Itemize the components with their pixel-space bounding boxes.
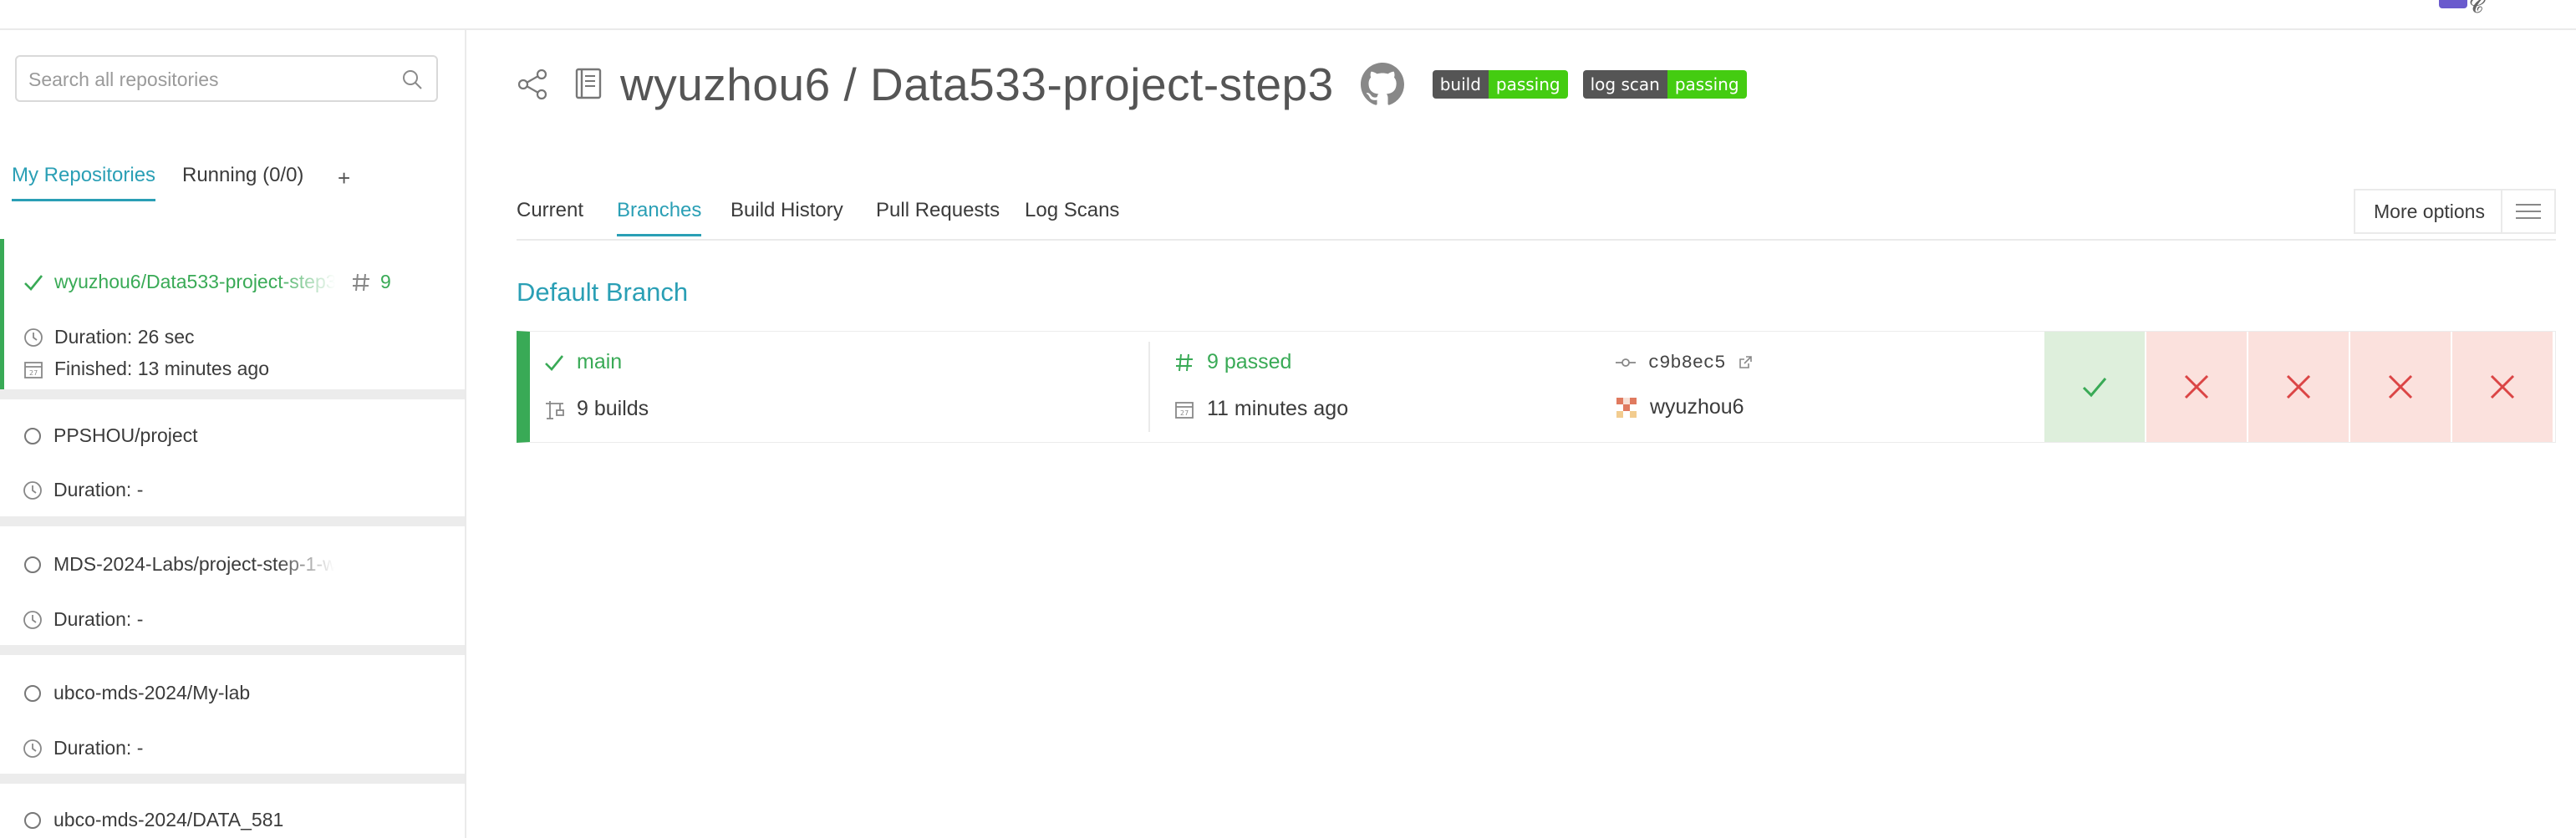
clock-icon (23, 480, 42, 500)
repo-header: wyuzhou6 / Data533-project-step3 build p… (517, 55, 1747, 114)
calendar-icon: 27 (1175, 401, 1194, 419)
tab-log-scans[interactable]: Log Scans (1025, 199, 1119, 234)
add-repository-button[interactable]: + (338, 165, 350, 203)
divider (0, 645, 465, 655)
commit-author: wyuzhou6 (1650, 395, 1744, 419)
branch-row-main[interactable]: main 9 builds 9 passed 27 11 minutes ago… (517, 331, 2556, 443)
cross-icon (2184, 374, 2209, 399)
repo-name[interactable]: wyuzhou6/Data533-project-step3 (54, 271, 335, 293)
calendar-icon: 27 (24, 361, 43, 378)
hash-icon (1176, 353, 1193, 371)
build-status-badge[interactable]: build passing (1432, 70, 1568, 99)
build-number-value: 9 (380, 271, 391, 292)
status-circle-icon (24, 556, 41, 573)
external-link-icon[interactable] (1737, 354, 1754, 371)
build-history-failed[interactable] (2350, 332, 2451, 442)
branch-name[interactable]: main (577, 350, 622, 374)
search-input[interactable] (27, 63, 389, 95)
repo-item-my-lab[interactable]: ubco-mds-2024/My-lab Duration: - (0, 655, 465, 772)
tab-current[interactable]: Current (517, 199, 583, 234)
time-ago: 11 minutes ago (1207, 397, 1349, 420)
github-icon[interactable] (1360, 63, 1404, 106)
divider (0, 516, 465, 526)
profile-glyph-icon: 𝓒 (2469, 0, 2483, 18)
divider (0, 774, 465, 784)
badge-value: passing (1667, 70, 1747, 99)
column-divider (1148, 342, 1150, 432)
repo-title: wyuzhou6 / Data533-project-step3 (620, 58, 1334, 110)
hash-icon (353, 273, 369, 291)
clock-icon (23, 610, 42, 629)
more-options-button[interactable]: More options (2354, 189, 2556, 234)
repo-finished: Finished: 13 minutes ago (54, 358, 269, 379)
repo-name[interactable]: MDS-2024-Labs/project-step-1-wyuzhou6 (53, 553, 334, 576)
repo-item-mds-labs[interactable]: MDS-2024-Labs/project-step-1-wyuzhou6 Du… (0, 526, 465, 645)
build-number[interactable]: 9 (350, 271, 391, 293)
repo-name[interactable]: PPSHOU/project (53, 424, 198, 447)
repo-duration: Duration: - (53, 737, 144, 759)
svg-text:27: 27 (1180, 409, 1189, 417)
clock-icon (23, 739, 42, 758)
tab-branches[interactable]: Branches (617, 199, 702, 236)
default-branch-heading: Default Branch (517, 277, 689, 307)
svg-text:27: 27 (29, 369, 38, 377)
tab-build-history[interactable]: Build History (731, 199, 843, 234)
share-icon[interactable] (517, 68, 550, 101)
check-icon (2082, 378, 2107, 398)
commit-sha[interactable]: c9b8ec5 (1648, 353, 1725, 373)
repo-item-data533[interactable]: wyuzhou6/Data533-project-step3 9 Duratio… (0, 239, 465, 389)
tab-pull-requests[interactable]: Pull Requests (876, 199, 1000, 234)
author-avatar (1616, 397, 1637, 418)
build-history-failed[interactable] (2146, 332, 2247, 442)
commit-icon (1616, 358, 1636, 367)
more-options-label: More options (2374, 200, 2485, 222)
repo-item-data581[interactable]: ubco-mds-2024/DATA_581 (0, 784, 465, 838)
repo-book-icon (575, 68, 602, 99)
status-circle-icon (24, 684, 41, 702)
tab-running[interactable]: Running (0/0) (182, 164, 303, 199)
check-icon (24, 274, 43, 291)
repo-name[interactable]: ubco-mds-2024/DATA_581 (53, 809, 283, 831)
hamburger-icon[interactable] (2501, 190, 2554, 232)
repo-name[interactable]: ubco-mds-2024/My-lab (53, 682, 250, 704)
main-content: wyuzhou6 / Data533-project-step3 build p… (466, 30, 2576, 838)
build-history-failed[interactable] (2452, 332, 2553, 442)
divider (0, 389, 465, 399)
tab-my-repositories[interactable]: My Repositories (12, 164, 156, 201)
status-circle-icon (24, 427, 41, 444)
search-box[interactable] (15, 55, 438, 102)
repo-tabs: Current Branches Build History Pull Requ… (517, 169, 2556, 241)
status-circle-icon (24, 811, 41, 829)
clock-icon (24, 328, 43, 347)
repo-duration: Duration: - (53, 479, 144, 500)
badge-label: log scan (1582, 70, 1667, 99)
cross-icon (2388, 374, 2413, 399)
log-scan-badge[interactable]: log scan passing (1582, 70, 1747, 99)
cross-icon (2286, 374, 2311, 399)
sidebar: My Repositories Running (0/0) + wyuzhou6… (0, 30, 466, 838)
build-history-failed[interactable] (2248, 332, 2349, 442)
build-history-passed[interactable] (2044, 332, 2145, 442)
search-icon[interactable] (401, 69, 423, 90)
cross-icon (2490, 374, 2515, 399)
repo-duration: Duration: 26 sec (54, 326, 195, 348)
badge-label: build (1432, 70, 1489, 99)
sidebar-tabs: My Repositories Running (0/0) + (0, 164, 465, 214)
user-avatar[interactable] (2439, 0, 2467, 8)
check-icon (545, 354, 564, 371)
top-bar: 𝓒 (0, 0, 2576, 30)
badge-value: passing (1488, 70, 1568, 99)
crane-icon (546, 400, 564, 419)
repo-duration: Duration: - (53, 608, 144, 630)
builds-count: 9 builds (577, 397, 649, 420)
repo-item-ppshou[interactable]: PPSHOU/project Duration: - (0, 399, 465, 516)
passed-count[interactable]: 9 passed (1207, 350, 1291, 374)
